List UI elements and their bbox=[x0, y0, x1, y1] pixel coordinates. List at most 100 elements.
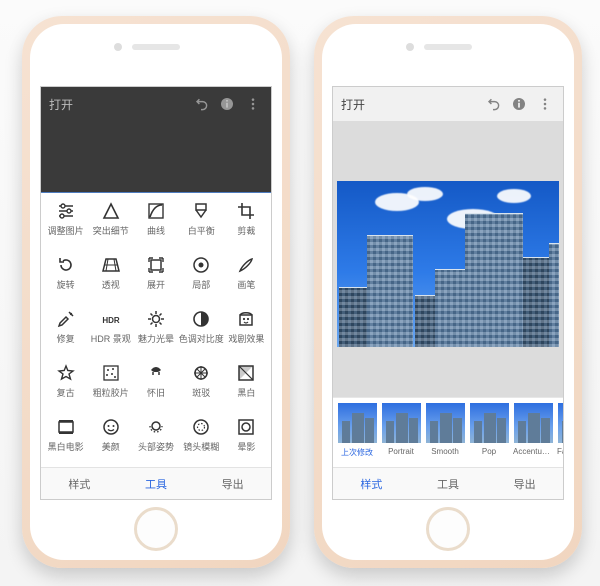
expand-icon bbox=[146, 255, 166, 275]
tab-styles[interactable]: 样式 bbox=[333, 468, 410, 499]
tool-label: 晕影 bbox=[237, 440, 255, 453]
healing-icon bbox=[56, 309, 76, 329]
tools-grid: 调整图片突出细节 曲线 白平衡剪裁旋转透视 展开 局部画笔修复 HDR 景观魅力光晕色调对… bbox=[41, 193, 271, 467]
grainy-icon bbox=[101, 363, 121, 383]
tool-label: 斑驳 bbox=[192, 386, 210, 399]
tool-details[interactable]: 突出细节 bbox=[88, 201, 133, 249]
tool-label: 突出细节 bbox=[93, 224, 129, 237]
tool-label: 展开 bbox=[147, 278, 165, 291]
tool-tonal[interactable]: 色调对比度 bbox=[179, 309, 224, 357]
open-button[interactable]: 打开 bbox=[341, 96, 477, 113]
tool-expand[interactable]: 展开 bbox=[133, 255, 178, 303]
perspective-icon bbox=[101, 255, 121, 275]
tool-perspective[interactable]: 透视 bbox=[88, 255, 133, 303]
tool-label: 旋转 bbox=[57, 278, 75, 291]
photo-image bbox=[337, 181, 559, 347]
tool-glamour[interactable]: 魅力光晕 bbox=[133, 309, 178, 357]
vignette-icon bbox=[236, 417, 256, 437]
app-header: 打开 bbox=[41, 87, 271, 121]
tab-styles[interactable]: 样式 bbox=[41, 468, 118, 499]
tool-label: 白平衡 bbox=[188, 224, 215, 237]
tool-noir[interactable]: 黑白电影 bbox=[43, 417, 88, 465]
style-thumb bbox=[470, 403, 509, 443]
style-accentuate[interactable]: Accentuate bbox=[512, 403, 554, 456]
grunge-icon bbox=[191, 363, 211, 383]
more-icon[interactable] bbox=[243, 96, 263, 112]
tool-lensblur[interactable]: 镜头模糊 bbox=[179, 417, 224, 465]
selective-icon bbox=[191, 255, 211, 275]
tool-label: 头部姿势 bbox=[138, 440, 174, 453]
tool-grunge[interactable]: 斑驳 bbox=[179, 363, 224, 411]
phone-right-frame: 打开 上次修改 bbox=[314, 16, 582, 568]
style-label: Accentuate bbox=[513, 447, 553, 456]
curves-icon bbox=[146, 201, 166, 221]
portrait-icon bbox=[101, 417, 121, 437]
right-screen: 打开 上次修改 bbox=[332, 86, 564, 500]
rotate-icon bbox=[56, 255, 76, 275]
tool-rotate[interactable]: 旋转 bbox=[43, 255, 88, 303]
tool-selective[interactable]: 局部 bbox=[179, 255, 224, 303]
style-thumb bbox=[426, 403, 465, 443]
more-icon[interactable] bbox=[535, 96, 555, 112]
tool-vintage[interactable]: 复古 bbox=[43, 363, 88, 411]
home-button[interactable] bbox=[134, 507, 178, 551]
style-portrait[interactable]: Portrait bbox=[380, 403, 422, 456]
tool-healing[interactable]: 修复 bbox=[43, 309, 88, 357]
undo-icon[interactable] bbox=[483, 96, 503, 112]
style-label: Portrait bbox=[388, 447, 414, 456]
app-header: 打开 bbox=[333, 87, 563, 121]
undo-icon[interactable] bbox=[191, 96, 211, 112]
style-label: 上次修改 bbox=[341, 447, 373, 458]
style-thumb bbox=[382, 403, 421, 443]
phone-left-frame: 打开 调整图片突出细节 曲线 白平衡剪裁旋转透视 展开 局部画笔修复 HDR 景观魅力光晕… bbox=[22, 16, 290, 568]
tool-portrait[interactable]: 美颜 bbox=[88, 417, 133, 465]
style-last[interactable]: 上次修改 bbox=[336, 403, 378, 458]
info-icon[interactable] bbox=[217, 96, 237, 112]
style-label: Pop bbox=[482, 447, 496, 456]
hdr-icon bbox=[101, 309, 121, 329]
tool-headpose[interactable]: 头部姿势 bbox=[133, 417, 178, 465]
tool-crop[interactable]: 剪裁 bbox=[224, 201, 269, 249]
tool-label: 黑白电影 bbox=[48, 440, 84, 453]
home-button[interactable] bbox=[426, 507, 470, 551]
tool-label: 调整图片 bbox=[48, 224, 84, 237]
style-faded[interactable]: Faded Glow bbox=[556, 403, 563, 456]
tool-vignette[interactable]: 晕影 bbox=[224, 417, 269, 465]
tool-bw[interactable]: 黑白 bbox=[224, 363, 269, 411]
tool-drama[interactable]: 戏剧效果 bbox=[224, 309, 269, 357]
glamour-icon bbox=[146, 309, 166, 329]
tool-label: 曲线 bbox=[147, 224, 165, 237]
info-icon[interactable] bbox=[509, 96, 529, 112]
style-smooth[interactable]: Smooth bbox=[424, 403, 466, 456]
tool-label: 修复 bbox=[57, 332, 75, 345]
tool-brush[interactable]: 画笔 bbox=[224, 255, 269, 303]
tool-label: 美颜 bbox=[102, 440, 120, 453]
style-thumb bbox=[338, 403, 377, 443]
tab-export[interactable]: 导出 bbox=[486, 468, 563, 499]
tab-export[interactable]: 导出 bbox=[194, 468, 271, 499]
photo-canvas[interactable] bbox=[333, 121, 563, 397]
tab-tools[interactable]: 工具 bbox=[410, 468, 487, 499]
tool-whitebal[interactable]: 白平衡 bbox=[179, 201, 224, 249]
tool-curves[interactable]: 曲线 bbox=[133, 201, 178, 249]
style-pop[interactable]: Pop bbox=[468, 403, 510, 456]
crop-icon bbox=[236, 201, 256, 221]
tool-retrolux[interactable]: 怀旧 bbox=[133, 363, 178, 411]
tab-tools[interactable]: 工具 bbox=[118, 468, 195, 499]
drama-icon bbox=[236, 309, 256, 329]
canvas-empty bbox=[41, 121, 271, 192]
brush-icon bbox=[236, 255, 256, 275]
tool-hdr[interactable]: HDR 景观 bbox=[88, 309, 133, 357]
tool-grainy[interactable]: 粗粒胶片 bbox=[88, 363, 133, 411]
tool-tune[interactable]: 调整图片 bbox=[43, 201, 88, 249]
tool-label: 戏剧效果 bbox=[228, 332, 264, 345]
styles-strip[interactable]: 上次修改 Portrait Smooth Pop AccentuateFaded Glo… bbox=[333, 397, 563, 467]
style-label: Smooth bbox=[431, 447, 459, 456]
open-button[interactable]: 打开 bbox=[49, 96, 185, 113]
bottom-tabs: 样式 工具 导出 bbox=[333, 467, 563, 499]
lensblur-icon bbox=[191, 417, 211, 437]
details-icon bbox=[101, 201, 121, 221]
style-thumb bbox=[558, 403, 564, 443]
headpose-icon bbox=[146, 417, 166, 437]
whitebal-icon bbox=[191, 201, 211, 221]
